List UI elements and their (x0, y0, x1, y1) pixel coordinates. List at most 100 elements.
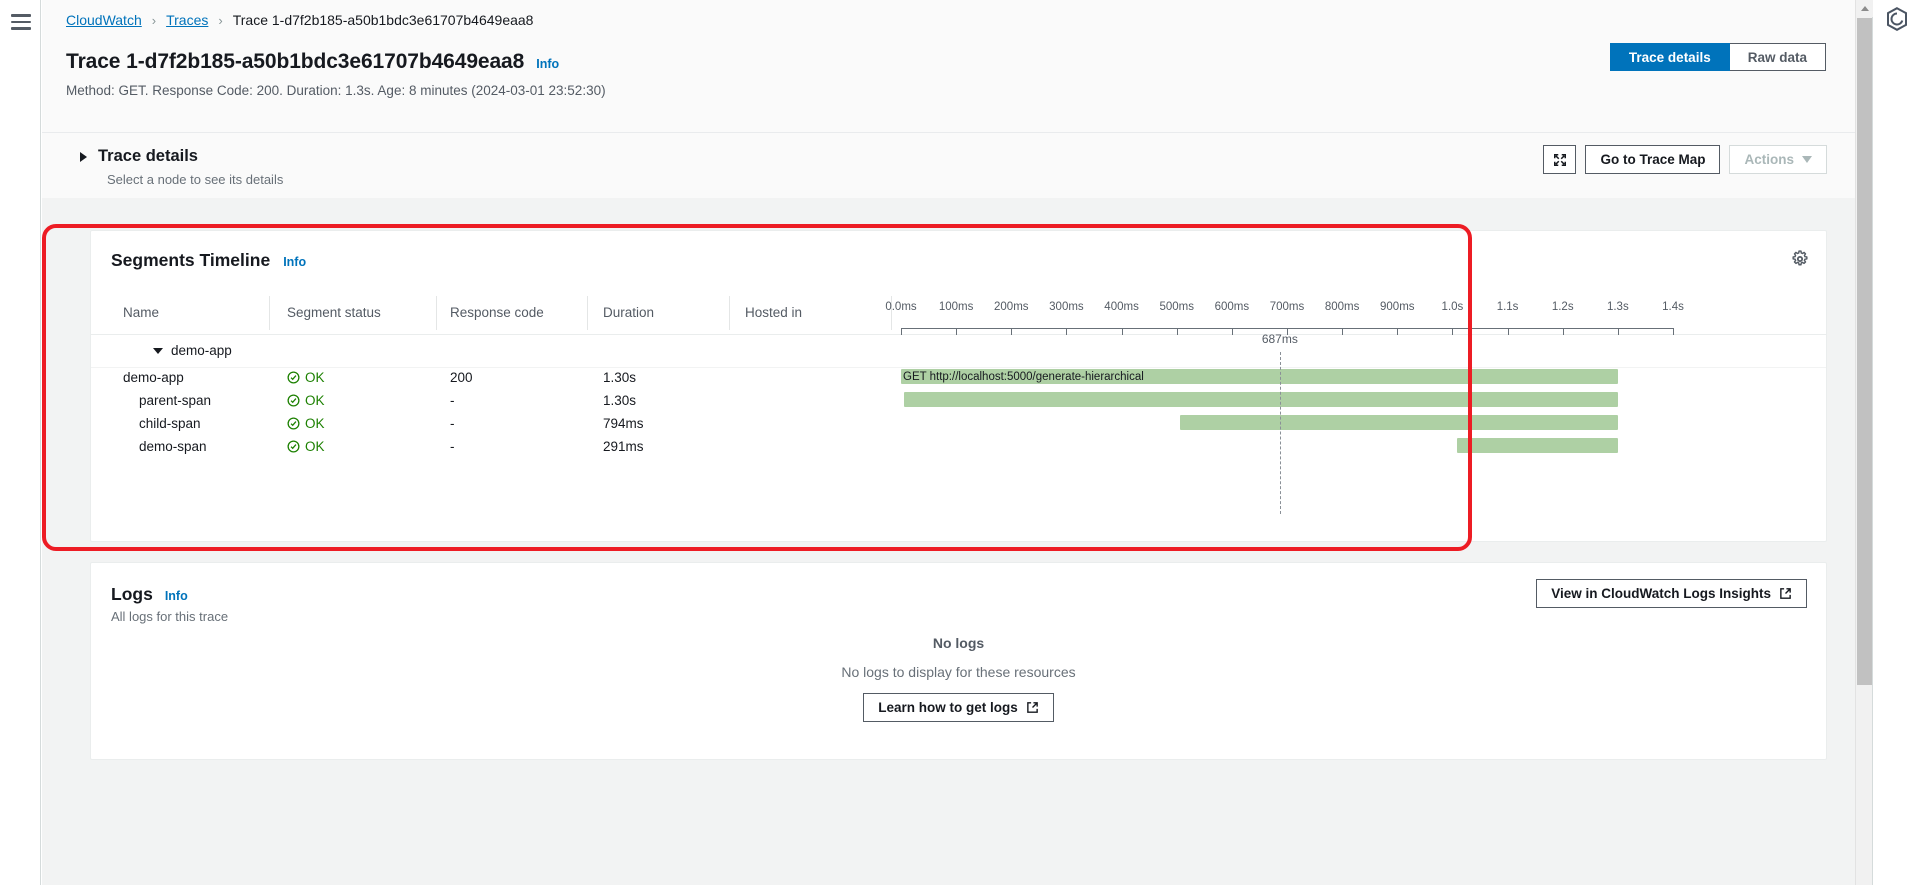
table-row[interactable]: child-spanOK-794ms (91, 414, 1826, 437)
view-in-logs-insights-button[interactable]: View in CloudWatch Logs Insights (1536, 579, 1807, 608)
page-content: CloudWatch › Traces › Trace 1-d7f2b185-a… (42, 0, 1855, 885)
axis-line (901, 328, 1673, 329)
header-info-link[interactable]: Info (536, 57, 559, 71)
gear-icon[interactable] (1791, 250, 1809, 273)
axis-tick-label: 700ms (1270, 301, 1305, 313)
actions-button[interactable]: Actions (1729, 145, 1827, 174)
logs-empty-subtitle: No logs to display for these resources (841, 664, 1075, 680)
axis-tick-label: 400ms (1104, 301, 1139, 313)
external-link-icon (1026, 701, 1039, 714)
tab-raw-data[interactable]: Raw data (1730, 43, 1826, 71)
axis-tick-label: 300ms (1049, 301, 1084, 313)
trace-details-actions: Go to Trace Map Actions (1543, 145, 1827, 174)
axis-tick-mark (901, 328, 902, 335)
cell-response-code: 200 (450, 370, 473, 385)
hamburger-bar (11, 27, 31, 30)
axis-tick-mark (1232, 328, 1233, 335)
axis-tick-mark (1122, 328, 1123, 335)
trace-meta-line: Method: GET. Response Code: 200. Duratio… (66, 83, 606, 98)
column-header-response-code[interactable]: Response code (450, 305, 544, 320)
cell-response-code: - (450, 416, 455, 431)
go-to-trace-map-label: Go to Trace Map (1600, 152, 1705, 167)
breadcrumb-separator: › (218, 13, 222, 28)
axis-tick-label: 900ms (1380, 301, 1415, 313)
column-header-hosted-in[interactable]: Hosted in (745, 305, 802, 320)
axis-tick-mark (1673, 328, 1674, 335)
logs-header: Logs Info All logs for this trace View i… (91, 563, 1826, 633)
breadcrumb-item-traces[interactable]: Traces (166, 12, 208, 28)
timeline-bar-label: GET http://localhost:5000/generate-hiera… (901, 371, 1144, 383)
segments-timeline-title-row: Segments Timeline Info (111, 250, 306, 271)
table-row[interactable]: demo-spanOK-291ms (91, 437, 1826, 460)
segment-group-label-wrap[interactable]: demo-app (153, 343, 232, 358)
axis-tick-mark (1066, 328, 1067, 335)
trace-details-title: Trace details (98, 147, 198, 166)
axis-tick-mark (1508, 328, 1509, 335)
table-row[interactable]: parent-spanOK-1.30s (91, 391, 1826, 414)
breadcrumb: CloudWatch › Traces › Trace 1-d7f2b185-a… (66, 12, 533, 28)
cell-name: child-span (139, 416, 201, 431)
timeline-bar[interactable] (1457, 438, 1617, 453)
axis-tick-mark (1011, 328, 1012, 335)
timeline-bar[interactable]: GET http://localhost:5000/generate-hiera… (901, 369, 1618, 384)
expand-fullscreen-icon[interactable] (1543, 145, 1576, 174)
page-title-row: Trace 1-d7f2b185-a50b1bdc3e61707b4649eaa… (66, 50, 559, 74)
go-to-trace-map-button[interactable]: Go to Trace Map (1585, 145, 1720, 174)
right-rail (1872, 0, 1920, 885)
cell-duration: 1.30s (603, 370, 636, 385)
axis-tick-label: 800ms (1325, 301, 1360, 313)
breadcrumb-item-cloudwatch[interactable]: CloudWatch (66, 12, 142, 28)
check-circle-icon (287, 370, 300, 385)
axis-tick-mark (1452, 328, 1453, 335)
axis-tick-label: 1.1s (1497, 301, 1519, 313)
caret-down-icon[interactable] (153, 348, 163, 354)
external-link-icon (1779, 587, 1792, 600)
column-header-name[interactable]: Name (123, 305, 159, 320)
caret-right-icon[interactable] (80, 152, 87, 162)
scroll-up-arrow-icon[interactable] (1856, 0, 1873, 17)
learn-how-to-get-logs-button[interactable]: Learn how to get logs (863, 693, 1054, 722)
cell-segment-status: OK (287, 370, 325, 385)
table-row[interactable]: demo-appOK2001.30sGET http://localhost:5… (91, 368, 1826, 391)
axis-tick-mark (1397, 328, 1398, 335)
axis-tick-mark (1618, 328, 1619, 335)
segment-group-row[interactable]: demo-app (91, 335, 1826, 368)
axis-tick-label: 0.0ms (885, 301, 916, 313)
view-in-logs-insights-label: View in CloudWatch Logs Insights (1551, 586, 1771, 601)
hamburger-icon[interactable] (11, 14, 31, 34)
breadcrumb-item-current: Trace 1-d7f2b185-a50b1bdc3e61707b4649eaa… (233, 12, 534, 28)
column-header-duration[interactable]: Duration (603, 305, 654, 320)
logs-subtitle: All logs for this trace (111, 609, 228, 624)
column-divider (729, 296, 730, 330)
segments-timeline-info-link[interactable]: Info (283, 255, 306, 269)
segments-table-header: Name Segment status Response code Durati… (91, 293, 1826, 335)
left-nav-rail (0, 0, 41, 885)
page-scrollbar[interactable] (1855, 0, 1872, 885)
segments-timeline-title: Segments Timeline (111, 250, 270, 271)
cell-duration: 1.30s (603, 393, 636, 408)
segments-timeline-card: Segments Timeline Info Name Segment stat… (90, 230, 1827, 542)
logs-title: Logs (111, 584, 153, 605)
timeline-bar[interactable] (1180, 415, 1618, 430)
logs-empty-title: No logs (933, 635, 984, 651)
column-divider (587, 296, 588, 330)
timeline-bar[interactable] (904, 392, 1618, 407)
column-divider (269, 296, 270, 330)
timeline-marker-label: 687ms (1262, 332, 1298, 346)
cell-segment-status: OK (287, 393, 325, 408)
cell-response-code: - (450, 393, 455, 408)
logs-empty-state: No logs No logs to display for these res… (91, 635, 1826, 722)
check-circle-icon (287, 439, 300, 454)
logs-info-link[interactable]: Info (165, 589, 188, 603)
cell-segment-status: OK (287, 416, 325, 431)
hamburger-bar (11, 14, 31, 17)
tab-trace-details[interactable]: Trace details (1610, 43, 1730, 71)
trace-details-subtitle: Select a node to see its details (107, 172, 283, 187)
cloudwatch-badge-icon[interactable] (1884, 6, 1910, 32)
axis-tick-label: 1.4s (1662, 301, 1684, 313)
column-header-segment-status[interactable]: Segment status (287, 305, 381, 320)
scrollbar-thumb[interactable] (1857, 18, 1872, 685)
check-circle-icon (287, 393, 300, 408)
chevron-down-icon (1802, 156, 1812, 163)
cell-response-code: - (450, 439, 455, 454)
